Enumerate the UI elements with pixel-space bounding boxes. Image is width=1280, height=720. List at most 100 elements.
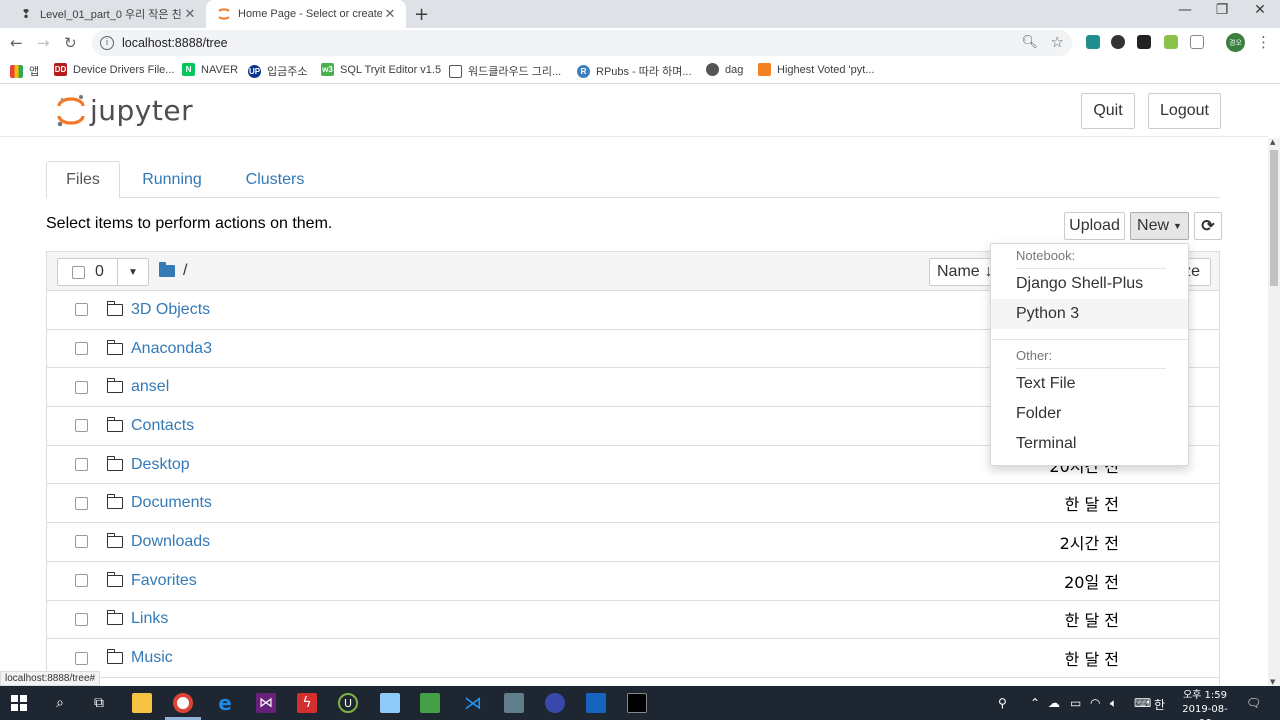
bookmark-rpubs[interactable]: R RPubs - 따라 하며... xyxy=(577,63,692,79)
item-link[interactable]: Contacts xyxy=(131,417,194,435)
menu-item-text-file[interactable]: Text File xyxy=(991,369,1188,399)
extension-grid-icon[interactable] xyxy=(1190,35,1204,49)
select-all-checkbox[interactable] xyxy=(72,265,85,279)
row-checkbox[interactable] xyxy=(75,651,88,665)
item-link[interactable]: Desktop xyxy=(131,456,190,474)
list-item[interactable]: Music 한 달 전 xyxy=(47,639,1219,678)
new-tab-icon[interactable]: + xyxy=(414,4,429,25)
bookmark-device-drivers[interactable]: DD Device Drivers File... xyxy=(54,63,174,76)
quit-button[interactable]: Quit xyxy=(1081,93,1135,129)
select-menu-dropdown[interactable]: ▼ xyxy=(118,259,148,285)
item-link[interactable]: Anaconda3 xyxy=(131,340,212,358)
notification-icon[interactable]: 🗨︎ xyxy=(1246,696,1261,710)
menu-item-terminal[interactable]: Terminal xyxy=(991,429,1188,459)
breadcrumb[interactable]: / xyxy=(159,262,187,280)
row-checkbox[interactable] xyxy=(75,458,88,472)
select-all-group[interactable]: 0 ▼ xyxy=(57,258,149,286)
item-link[interactable]: 3D Objects xyxy=(131,301,210,319)
extension-graduation-icon[interactable] xyxy=(1137,35,1151,49)
eclipse-icon[interactable] xyxy=(545,693,565,713)
volume-icon[interactable]: 🔈︎ xyxy=(1110,696,1117,711)
sort-by-name-button[interactable]: Name ↓ xyxy=(929,258,999,286)
bookmark-dag[interactable]: dag xyxy=(706,63,743,76)
upwork-icon[interactable]: U xyxy=(338,693,358,713)
refresh-button[interactable]: ⟳ xyxy=(1194,212,1222,240)
extension-dark-mode-icon[interactable] xyxy=(1111,35,1125,49)
row-checkbox[interactable] xyxy=(75,496,88,510)
back-icon[interactable]: ← xyxy=(10,34,23,52)
ime-indicator[interactable]: 한 xyxy=(1154,696,1165,713)
menu-item-django-shell-plus[interactable]: Django Shell-Plus xyxy=(991,269,1188,299)
list-item[interactable]: Documents 한 달 전 xyxy=(47,484,1219,524)
people-icon[interactable]: ⚲ xyxy=(998,696,1007,710)
image-editor-icon[interactable] xyxy=(420,693,440,713)
search-icon[interactable]: ⌕ xyxy=(50,693,70,713)
extension-green-icon[interactable] xyxy=(1164,35,1178,49)
new-button[interactable]: New ▼ xyxy=(1130,212,1189,240)
row-checkbox[interactable] xyxy=(75,574,88,588)
item-link[interactable]: Music xyxy=(131,649,173,667)
bookmark-wordcloud[interactable]: 워드클라우드 그리... xyxy=(449,63,561,79)
battery-icon[interactable]: ▭ xyxy=(1070,696,1081,710)
close-tab-icon[interactable]: ✕ xyxy=(382,7,398,22)
menu-kebab-icon[interactable]: ⋮ xyxy=(1256,33,1271,51)
breadcrumb-root[interactable]: / xyxy=(183,262,187,280)
snipping-tool-icon[interactable] xyxy=(504,693,524,713)
reload-icon[interactable]: ↻ xyxy=(64,34,77,52)
info-icon[interactable]: i xyxy=(100,36,114,50)
chevron-up-icon[interactable]: ⌃ xyxy=(1030,696,1040,710)
item-link[interactable]: Documents xyxy=(131,494,212,512)
item-link[interactable]: Favorites xyxy=(131,572,197,590)
task-view-icon[interactable]: ⧉ xyxy=(89,693,109,713)
row-checkbox[interactable] xyxy=(75,419,88,433)
browser-tab-jupyter[interactable]: Home Page - Select or create a ✕ xyxy=(206,0,406,28)
vscode-icon[interactable]: ⋊ xyxy=(463,693,483,714)
edge-icon[interactable]: e xyxy=(215,691,235,715)
item-link[interactable]: ansel xyxy=(131,378,169,396)
item-link[interactable]: Downloads xyxy=(131,533,210,551)
address-url[interactable]: localhost:8888/tree xyxy=(122,36,228,50)
address-bar[interactable]: i localhost:8888/tree 🔍︎ ☆ xyxy=(92,30,1072,56)
row-checkbox[interactable] xyxy=(75,612,88,626)
visual-studio-icon[interactable]: ⋈ xyxy=(256,693,276,713)
flash-icon[interactable]: ϟ xyxy=(297,693,317,713)
select-all-control[interactable]: 0 xyxy=(58,259,118,285)
scroll-down-icon[interactable]: ▼ xyxy=(1270,678,1275,686)
row-checkbox[interactable] xyxy=(75,342,88,356)
maximize-icon[interactable]: ❐ xyxy=(1203,2,1241,18)
terminal-icon[interactable] xyxy=(627,693,647,713)
row-checkbox[interactable] xyxy=(75,380,88,394)
forward-icon[interactable]: → xyxy=(37,34,50,52)
windows-start-icon[interactable] xyxy=(9,693,29,713)
bookmark-naver[interactable]: N NAVER xyxy=(182,63,238,76)
row-checkbox[interactable] xyxy=(75,535,88,549)
menu-item-python3[interactable]: Python 3 xyxy=(991,299,1188,329)
jupyter-logo[interactable]: jupyter xyxy=(56,93,193,127)
chrome-icon[interactable] xyxy=(173,693,193,713)
scrollbar-thumb[interactable] xyxy=(1270,150,1278,286)
close-tab-icon[interactable]: ✕ xyxy=(182,7,198,22)
page-scrollbar[interactable]: ▲ ▼ xyxy=(1268,138,1280,686)
bookmark-stackoverflow[interactable]: Highest Voted 'pyt... xyxy=(758,63,875,76)
list-item[interactable]: Downloads 2시간 전 xyxy=(47,523,1219,562)
bookmark-sql-tryit[interactable]: w3 SQL Tryit Editor v1.5 xyxy=(321,63,441,76)
profile-avatar[interactable]: 경오 xyxy=(1226,33,1245,52)
notepad-icon[interactable] xyxy=(380,693,400,713)
logout-button[interactable]: Logout xyxy=(1148,93,1221,129)
extension-book-icon[interactable] xyxy=(1086,35,1100,49)
menu-item-folder[interactable]: Folder xyxy=(991,399,1188,429)
file-explorer-icon[interactable] xyxy=(132,693,152,713)
item-link[interactable]: Links xyxy=(131,610,168,628)
row-checkbox[interactable] xyxy=(75,303,88,317)
tab-files[interactable]: Files xyxy=(46,161,120,199)
keyboard-icon[interactable]: ⌨ xyxy=(1134,696,1151,710)
bookmark-star-icon[interactable]: ☆ xyxy=(1051,33,1064,51)
wifi-icon[interactable]: ◠ xyxy=(1090,696,1100,710)
browser-tab-kaggle[interactable]: ❢ Level_01_part_0 우리 작은 친구들 ✕ xyxy=(8,0,206,28)
tab-running[interactable]: Running xyxy=(130,161,214,198)
minimize-icon[interactable]: — xyxy=(1166,2,1204,18)
scroll-up-icon[interactable]: ▲ xyxy=(1270,138,1275,146)
zoom-icon[interactable]: 🔍︎ xyxy=(1021,35,1038,50)
system-clock[interactable]: 오후 1:59 2019-08-06 xyxy=(1176,689,1234,720)
bookmark-upbit[interactable]: UP 입금주소 xyxy=(248,63,307,79)
